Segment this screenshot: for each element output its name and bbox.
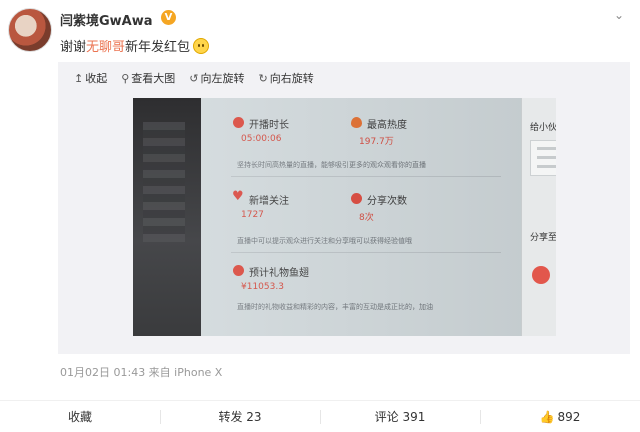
metric-value: 05:00:06 — [241, 134, 282, 144]
rotate-left-label: 向左旋转 — [200, 72, 245, 85]
rotate-left-button[interactable]: ↺ 向左旋转 — [189, 70, 244, 86]
metric-label: 新增关注 — [249, 196, 289, 207]
metric-label: 最高热度 — [367, 120, 407, 131]
collapse-button[interactable]: ↥ 收起 — [74, 70, 107, 86]
share-panel-title: 给小伙伴看下你的直播成 — [530, 123, 556, 133]
post-meta: 01月02日 01:43 来自 iPhone X — [60, 366, 223, 379]
mention-link[interactable]: 无聊哥 — [86, 40, 125, 55]
media-toolbar: ↥ 收起 ⚲ 查看大图 ↺ 向左旋转 ↻ 向右旋转 — [74, 70, 314, 86]
divider — [231, 252, 501, 253]
like-button[interactable]: 👍 892 — [480, 401, 640, 432]
heart-icon — [232, 189, 244, 204]
rotate-right-button[interactable]: ↻ 向右旋转 — [259, 70, 314, 86]
thumbs-up-icon: 👍 — [539, 410, 555, 424]
rotate-left-icon: ↺ — [189, 71, 199, 85]
comment-label: 评论 391 — [374, 410, 426, 424]
divider — [231, 176, 501, 177]
collapse-label: 收起 — [85, 72, 108, 85]
post-text-suffix: 新年发红包 — [125, 40, 191, 55]
post-text: 谢谢无聊哥新年发红包 — [60, 36, 210, 55]
view-large-label: 查看大图 — [131, 72, 176, 85]
share-panel-box — [530, 140, 556, 176]
arrow-up-icon: ↥ — [74, 71, 84, 85]
rotate-right-label: 向右旋转 — [269, 72, 314, 85]
favorite-label: 收藏 — [67, 410, 92, 424]
metric-description: 坚持长时间高热量的直播，能够吸引更多的观众观看你的直播 — [237, 161, 426, 169]
media-viewer: ↥ 收起 ⚲ 查看大图 ↺ 向左旋转 ↻ 向右旋转 开播时长 05:00:06 … — [58, 62, 630, 354]
metric-value: 197.7万 — [359, 137, 394, 147]
verified-badge-icon: V — [161, 10, 176, 25]
flame-icon — [351, 117, 362, 128]
metric-label: 分享次数 — [367, 196, 407, 207]
magnifier-icon: ⚲ — [121, 71, 130, 85]
chevron-down-icon[interactable]: ⌄ — [614, 8, 624, 22]
like-count: 892 — [557, 410, 581, 424]
post-text-prefix: 谢谢 — [60, 40, 87, 55]
metric-value: ¥11053.3 — [241, 282, 284, 292]
play-icon — [233, 117, 244, 128]
post-photo[interactable]: 开播时长 05:00:06 最高热度 197.7万 坚持长时间高热量的直播，能够… — [133, 98, 556, 336]
view-large-button[interactable]: ⚲ 查看大图 — [121, 70, 175, 86]
photo-background — [133, 98, 201, 336]
metric-label: 开播时长 — [249, 120, 289, 131]
metric-label: 预计礼物鱼翅 — [249, 268, 309, 279]
favorite-button[interactable]: 收藏 — [0, 401, 160, 432]
avatar[interactable] — [8, 8, 52, 52]
metric-value: 1727 — [241, 210, 264, 220]
share-to-label: 分享至： — [530, 233, 556, 243]
metric-description: 直播中可以提示观众进行关注和分享哦可以获得经验值哦 — [237, 237, 412, 245]
repost-button[interactable]: 转发 23 — [160, 401, 320, 432]
author-name[interactable]: 闫紫境GwAwa — [60, 10, 153, 29]
share-icon — [351, 193, 362, 204]
laughing-emoji-icon — [193, 38, 210, 54]
photo-share-panel: 给小伙伴看下你的直播成 分享至： — [521, 98, 556, 336]
repost-label: 转发 23 — [218, 410, 262, 424]
comment-button[interactable]: 评论 391 — [320, 401, 480, 432]
metric-description: 直播时的礼物收益和精彩的内容，丰富的互动是成正比的，加油 — [237, 303, 433, 311]
rotate-right-icon: ↻ — [258, 71, 268, 85]
metric-value: 8次 — [359, 213, 374, 223]
photo-screen-content: 开播时长 05:00:06 最高热度 197.7万 坚持长时间高热量的直播，能够… — [201, 98, 521, 336]
gift-icon — [233, 265, 244, 276]
action-bar: 收藏 转发 23 评论 391 👍 892 — [0, 400, 640, 432]
weibo-icon — [532, 266, 550, 284]
